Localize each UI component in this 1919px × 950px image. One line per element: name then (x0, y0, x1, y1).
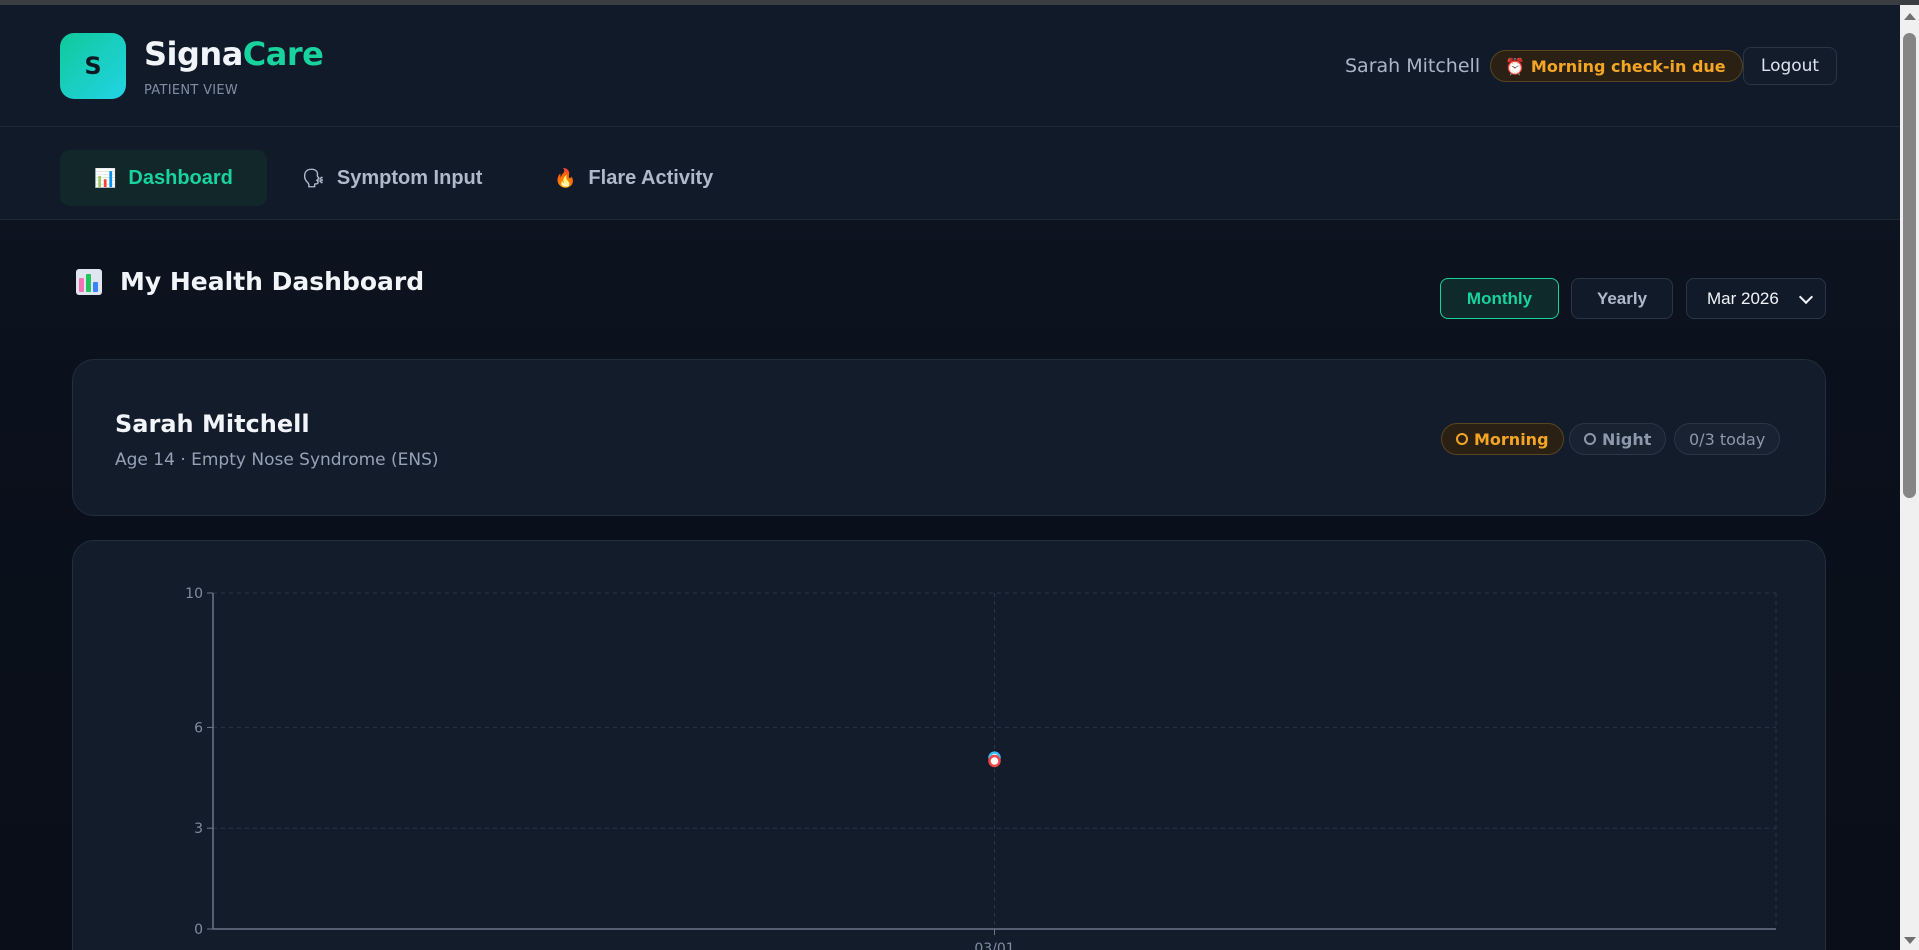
tab-symptom-input[interactable]: 🗣 Symptom Input (268, 150, 516, 206)
monthly-toggle-button[interactable]: Monthly (1440, 278, 1559, 319)
month-select[interactable]: Mar 2026 (1686, 278, 1826, 319)
circle-icon (1584, 433, 1596, 445)
patient-info: Age 14 · Empty Nose Syndrome (ENS) (115, 450, 439, 470)
nav-tabs: 📊 Dashboard 🗣 Symptom Input 🔥 Flare Acti… (0, 127, 1900, 220)
brand-part-1: Signa (144, 35, 243, 73)
scroll-down-arrow-icon[interactable] (1904, 937, 1916, 944)
speaking-head-icon: 🗣 (302, 167, 325, 188)
patient-card: Sarah Mitchell Age 14 · Empty Nose Syndr… (72, 359, 1826, 516)
x-tick-label: 03/01 (974, 941, 1014, 950)
morning-label: Morning (1474, 429, 1549, 449)
header: S SignaCare PATIENT VIEW Sarah Mitchell … (0, 5, 1900, 127)
chevron-down-icon (1798, 289, 1814, 305)
brand-name: SignaCare (144, 35, 324, 73)
patient-name: Sarah Mitchell (115, 410, 310, 438)
scrollbar[interactable] (1900, 5, 1919, 950)
y-tick-label: 6 (194, 720, 203, 736)
tab-dashboard[interactable]: 📊 Dashboard (60, 150, 267, 206)
y-tick-label: 10 (185, 586, 203, 602)
logo-icon: S (60, 33, 126, 99)
circle-icon (1456, 433, 1468, 445)
brand-part-2: Care (242, 35, 324, 73)
bar-chart-icon (76, 268, 102, 295)
page: S SignaCare PATIENT VIEW Sarah Mitchell … (0, 5, 1900, 950)
month-select-value: Mar 2026 (1707, 288, 1779, 308)
page-title: My Health Dashboard (120, 267, 425, 296)
tab-label: Symptom Input (336, 166, 483, 189)
checkin-due-label: Morning check-in due (1530, 56, 1726, 76)
data-point (988, 754, 1001, 768)
scroll-up-arrow-icon[interactable] (1904, 13, 1916, 20)
y-tick-label: 0 (194, 922, 203, 938)
bar-chart-icon: 📊 (94, 167, 117, 188)
checkin-due-badge[interactable]: ⏰ Morning check-in due (1490, 50, 1743, 82)
logout-button[interactable]: Logout (1743, 47, 1837, 85)
tab-label: Dashboard (128, 166, 233, 189)
brand-subtitle: PATIENT VIEW (144, 83, 239, 98)
morning-status-badge: Morning (1441, 423, 1564, 455)
dashboard-heading: My Health Dashboard (76, 267, 424, 296)
header-user-name: Sarah Mitchell (1345, 55, 1481, 77)
night-status-badge: Night (1569, 423, 1667, 455)
fire-icon: 🔥 (554, 167, 577, 188)
alarm-clock-icon: ⏰ (1505, 56, 1525, 76)
night-label: Night (1602, 429, 1652, 449)
y-tick-label: 3 (194, 821, 203, 837)
yearly-toggle-button[interactable]: Yearly (1571, 278, 1673, 319)
tab-label: Flare Activity (588, 166, 714, 189)
symptom-chart: 0 3 6 10 03/01 (185, 586, 1777, 950)
tab-flare-activity[interactable]: 🔥 Flare Activity (520, 150, 747, 206)
chart-card: 0 3 6 10 03/01 (72, 540, 1826, 950)
scrollbar-thumb[interactable] (1903, 33, 1916, 498)
today-count-badge: 0/3 today (1674, 423, 1781, 455)
